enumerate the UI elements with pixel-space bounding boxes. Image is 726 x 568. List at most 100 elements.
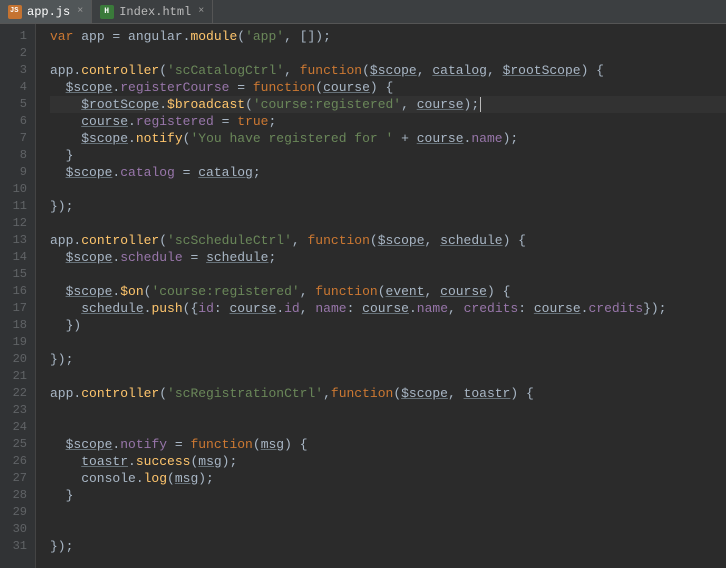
code-token: course bbox=[417, 97, 464, 112]
code-token: name bbox=[315, 301, 346, 316]
code-token: $scope bbox=[66, 165, 113, 180]
code-token: = bbox=[183, 250, 206, 265]
code-line[interactable] bbox=[50, 215, 726, 232]
code-line[interactable]: }) bbox=[50, 317, 726, 334]
code-token: , bbox=[300, 284, 316, 299]
code-token bbox=[50, 284, 66, 299]
code-token: $on bbox=[120, 284, 143, 299]
code-token: schedule bbox=[81, 301, 143, 316]
code-token: . bbox=[128, 114, 136, 129]
code-line[interactable]: schedule.push({id: course.id, name: cour… bbox=[50, 300, 726, 317]
code-token: $scope bbox=[66, 437, 113, 452]
code-line[interactable]: console.log(msg); bbox=[50, 470, 726, 487]
code-line[interactable]: $scope.catalog = catalog; bbox=[50, 164, 726, 181]
code-content[interactable]: var app = angular.module('app', []); app.… bbox=[36, 24, 726, 568]
code-token: ); bbox=[464, 97, 480, 112]
code-token: ) { bbox=[503, 233, 526, 248]
code-token: ( bbox=[167, 471, 175, 486]
line-number: 4 bbox=[0, 79, 27, 96]
code-line[interactable] bbox=[50, 419, 726, 436]
code-line[interactable]: $scope.$on('course:registered', function… bbox=[50, 283, 726, 300]
code-token: app. bbox=[50, 386, 81, 401]
code-token: course bbox=[417, 131, 464, 146]
line-number: 8 bbox=[0, 147, 27, 164]
code-token: + bbox=[393, 131, 416, 146]
code-line[interactable]: }); bbox=[50, 351, 726, 368]
code-line[interactable]: $rootScope.$broadcast('course:registered… bbox=[50, 96, 726, 113]
code-line[interactable]: $scope.registerCourse = function(course)… bbox=[50, 79, 726, 96]
code-token: function bbox=[190, 437, 252, 452]
code-line[interactable]: $scope.schedule = schedule; bbox=[50, 249, 726, 266]
line-number: 9 bbox=[0, 164, 27, 181]
code-token: $scope bbox=[81, 131, 128, 146]
code-line[interactable] bbox=[50, 402, 726, 419]
code-token: = bbox=[175, 165, 198, 180]
line-number: 23 bbox=[0, 402, 27, 419]
code-line[interactable]: $scope.notify('You have registered for '… bbox=[50, 130, 726, 147]
tab-index-html[interactable]: Index.html× bbox=[92, 0, 213, 23]
code-token bbox=[50, 250, 66, 265]
code-line[interactable] bbox=[50, 521, 726, 538]
line-gutter: 1234567891011121314151617181920212223242… bbox=[0, 24, 36, 568]
code-line[interactable] bbox=[50, 45, 726, 62]
code-line[interactable]: $scope.notify = function(msg) { bbox=[50, 436, 726, 453]
code-token: ; bbox=[253, 165, 261, 180]
code-token: 'app' bbox=[245, 29, 284, 44]
code-token: , bbox=[448, 386, 464, 401]
line-number: 11 bbox=[0, 198, 27, 215]
code-token: }) bbox=[50, 318, 81, 333]
line-number: 15 bbox=[0, 266, 27, 283]
code-token: controller bbox=[81, 63, 159, 78]
code-token: var bbox=[50, 29, 81, 44]
code-token: ( bbox=[370, 233, 378, 248]
code-token: , bbox=[487, 63, 503, 78]
code-line[interactable]: var app = angular.module('app', []); bbox=[50, 28, 726, 45]
code-line[interactable]: } bbox=[50, 487, 726, 504]
code-line[interactable]: } bbox=[50, 147, 726, 164]
code-token: catalog bbox=[198, 165, 253, 180]
line-number: 28 bbox=[0, 487, 27, 504]
code-line[interactable] bbox=[50, 334, 726, 351]
code-token: id bbox=[284, 301, 300, 316]
code-token: course bbox=[534, 301, 581, 316]
code-token: 'scRegistrationCtrl' bbox=[167, 386, 323, 401]
code-token: function bbox=[307, 233, 369, 248]
code-token bbox=[50, 131, 81, 146]
line-number: 2 bbox=[0, 45, 27, 62]
code-token: = bbox=[214, 114, 237, 129]
code-token: registered bbox=[136, 114, 214, 129]
code-token: ( bbox=[315, 80, 323, 95]
code-token: , bbox=[425, 284, 441, 299]
line-number: 6 bbox=[0, 113, 27, 130]
code-line[interactable]: toastr.success(msg); bbox=[50, 453, 726, 470]
code-line[interactable]: app.controller('scRegistrationCtrl',func… bbox=[50, 385, 726, 402]
close-icon[interactable]: × bbox=[198, 6, 204, 17]
code-token: toastr bbox=[464, 386, 511, 401]
code-line[interactable]: app.controller('scScheduleCtrl', functio… bbox=[50, 232, 726, 249]
editor-tabs: app.js×Index.html× bbox=[0, 0, 726, 24]
line-number: 21 bbox=[0, 368, 27, 385]
code-token: function bbox=[253, 80, 315, 95]
close-icon[interactable]: × bbox=[77, 6, 83, 17]
code-token: }); bbox=[50, 352, 73, 367]
code-token: credits bbox=[464, 301, 519, 316]
code-token: , bbox=[284, 63, 300, 78]
code-line[interactable]: course.registered = true; bbox=[50, 113, 726, 130]
code-line[interactable] bbox=[50, 266, 726, 283]
line-number: 3 bbox=[0, 62, 27, 79]
code-line[interactable] bbox=[50, 181, 726, 198]
code-token: app. bbox=[50, 63, 81, 78]
code-token: , []); bbox=[284, 29, 331, 44]
line-number: 24 bbox=[0, 419, 27, 436]
code-token: $scope bbox=[66, 80, 113, 95]
code-token: name bbox=[417, 301, 448, 316]
tab-app-js[interactable]: app.js× bbox=[0, 0, 92, 23]
code-line[interactable] bbox=[50, 504, 726, 521]
code-token: : bbox=[347, 301, 363, 316]
code-line[interactable]: app.controller('scCatalogCtrl', function… bbox=[50, 62, 726, 79]
code-line[interactable]: }); bbox=[50, 198, 726, 215]
code-token: ( bbox=[378, 284, 386, 299]
code-token: function bbox=[300, 63, 362, 78]
code-line[interactable] bbox=[50, 368, 726, 385]
code-line[interactable]: }); bbox=[50, 538, 726, 555]
